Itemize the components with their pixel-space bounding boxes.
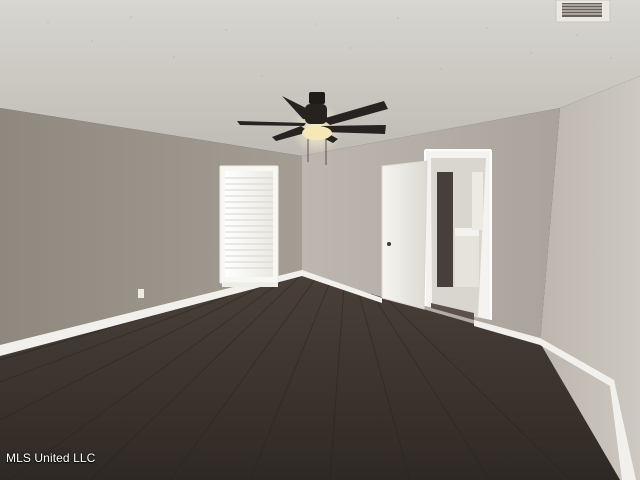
watermark: MLS United LLC [6, 451, 96, 465]
door-opening [424, 149, 492, 320]
door-icon [381, 160, 428, 310]
air-vent-icon [555, 0, 611, 23]
window-blinds-icon [219, 165, 279, 287]
wall-outlet [138, 289, 144, 298]
room-photo: MLS United LLC [0, 0, 640, 480]
room-scene [0, 0, 640, 480]
